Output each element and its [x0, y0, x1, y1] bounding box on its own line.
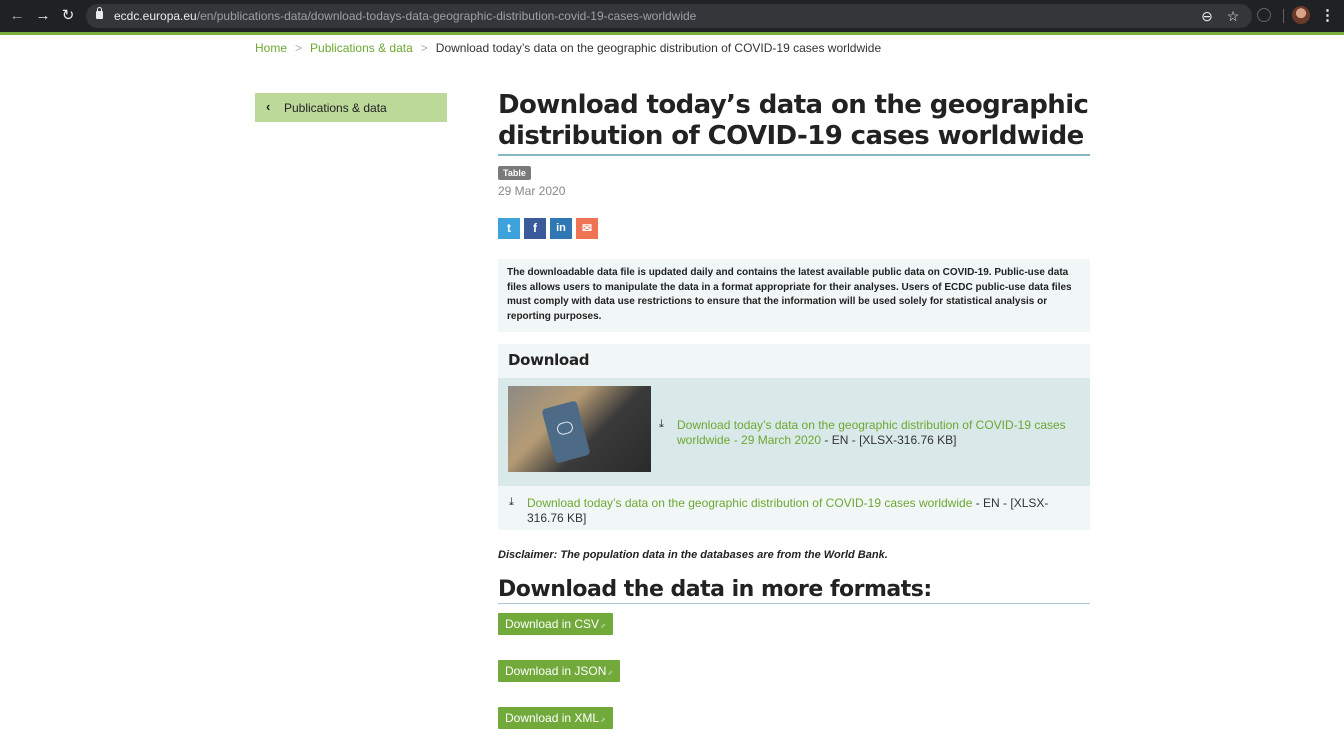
sidebar-back-label: Publications & data [284, 101, 387, 115]
email-share-button[interactable]: ✉ [576, 218, 598, 239]
download-icon: ⤓ [509, 496, 514, 508]
featured-download-meta: - EN - [XLSX-316.76 KB] [821, 432, 957, 447]
twitter-share-button[interactable]: t [498, 218, 520, 239]
download-thumbnail [508, 386, 651, 472]
chevron-left-icon: ‹ [266, 99, 271, 114]
featured-download-item: Download today’s data on the geographic … [677, 418, 1077, 447]
profile-avatar[interactable] [1292, 6, 1310, 24]
toolbar-divider [1283, 9, 1284, 23]
reload-icon[interactable]: ↻ [58, 6, 78, 26]
sidebar-back-button[interactable]: ‹ Publications & data [255, 93, 447, 122]
site-top-bar [0, 32, 1344, 35]
extension-icon[interactable] [1257, 8, 1271, 22]
email-icon: ✉ [581, 221, 593, 235]
forward-icon[interactable]: → [33, 6, 53, 26]
lock-icon [96, 7, 103, 19]
breadcrumb-separator: > [295, 41, 303, 55]
plain-download: ⤓ Download today’s data on the geographi… [498, 486, 1090, 530]
url-host: ecdc.europa.eu [114, 9, 197, 23]
formats-heading: Download the data in more formats: [498, 577, 1090, 604]
twitter-icon: t [507, 221, 511, 235]
breadcrumb-publications[interactable]: Publications & data [310, 41, 413, 55]
menu-icon[interactable]: ⋮ [1320, 6, 1335, 26]
zoom-out-icon[interactable]: ⊖ [1198, 7, 1216, 25]
external-link-icon: ⬈ [607, 670, 614, 677]
breadcrumb-separator: > [420, 41, 428, 55]
breadcrumb: Home > Publications & data > Download today’… [255, 41, 881, 55]
download-json-label: Download in JSON [505, 664, 607, 678]
intro-text: The downloadable data file is updated da… [498, 259, 1090, 332]
facebook-icon: f [533, 221, 537, 235]
url-path: /en/publications-data/download-todays-da… [196, 9, 697, 23]
external-link-icon: ⬈ [600, 717, 606, 724]
download-json-button[interactable]: Download in JSON⬈ [498, 660, 621, 682]
linkedin-icon: in [556, 222, 566, 234]
plain-download-item: Download today’s data on the geographic … [527, 496, 1083, 525]
phone-image [541, 400, 591, 464]
download-csv-button[interactable]: Download in CSV⬈ [498, 613, 613, 635]
external-link-icon: ⬈ [600, 623, 606, 630]
address-bar[interactable]: ecdc.europa.eu/en/publications-data/down… [86, 4, 1252, 28]
main-content: Download today’s data on the geographic … [498, 90, 1090, 729]
download-xml-button[interactable]: Download in XML⬈ [498, 707, 613, 729]
cloud-icon [555, 420, 575, 437]
browser-toolbar: ← → ↻ ecdc.europa.eu/en/publications-dat… [0, 0, 1344, 32]
featured-download: ⤓ Download today’s data on the geographi… [498, 378, 1090, 486]
back-icon[interactable]: ← [7, 6, 27, 26]
page-title: Download today’s data on the geographic … [498, 90, 1090, 156]
plain-download-link[interactable]: Download today’s data on the geographic … [527, 496, 972, 510]
linkedin-share-button[interactable]: in [550, 218, 572, 239]
disclaimer: Disclaimer: The population data in the d… [498, 549, 888, 561]
download-heading: Download [498, 344, 1090, 378]
download-xml-label: Download in XML [505, 711, 600, 725]
facebook-share-button[interactable]: f [524, 218, 546, 239]
download-section: Download ⤓ Download today’s data on the … [498, 344, 1090, 530]
share-buttons: t f in ✉ [498, 218, 598, 239]
breadcrumb-home[interactable]: Home [255, 41, 287, 55]
star-icon[interactable]: ☆ [1224, 7, 1242, 25]
download-icon: ⤓ [659, 418, 664, 430]
download-csv-label: Download in CSV [505, 617, 600, 631]
breadcrumb-current: Download today’s data on the geographic … [435, 41, 882, 55]
content-type-badge: Table [498, 166, 531, 180]
url-text[interactable]: ecdc.europa.eu/en/publications-data/down… [114, 9, 696, 23]
publish-date: 29 Mar 2020 [498, 184, 566, 198]
